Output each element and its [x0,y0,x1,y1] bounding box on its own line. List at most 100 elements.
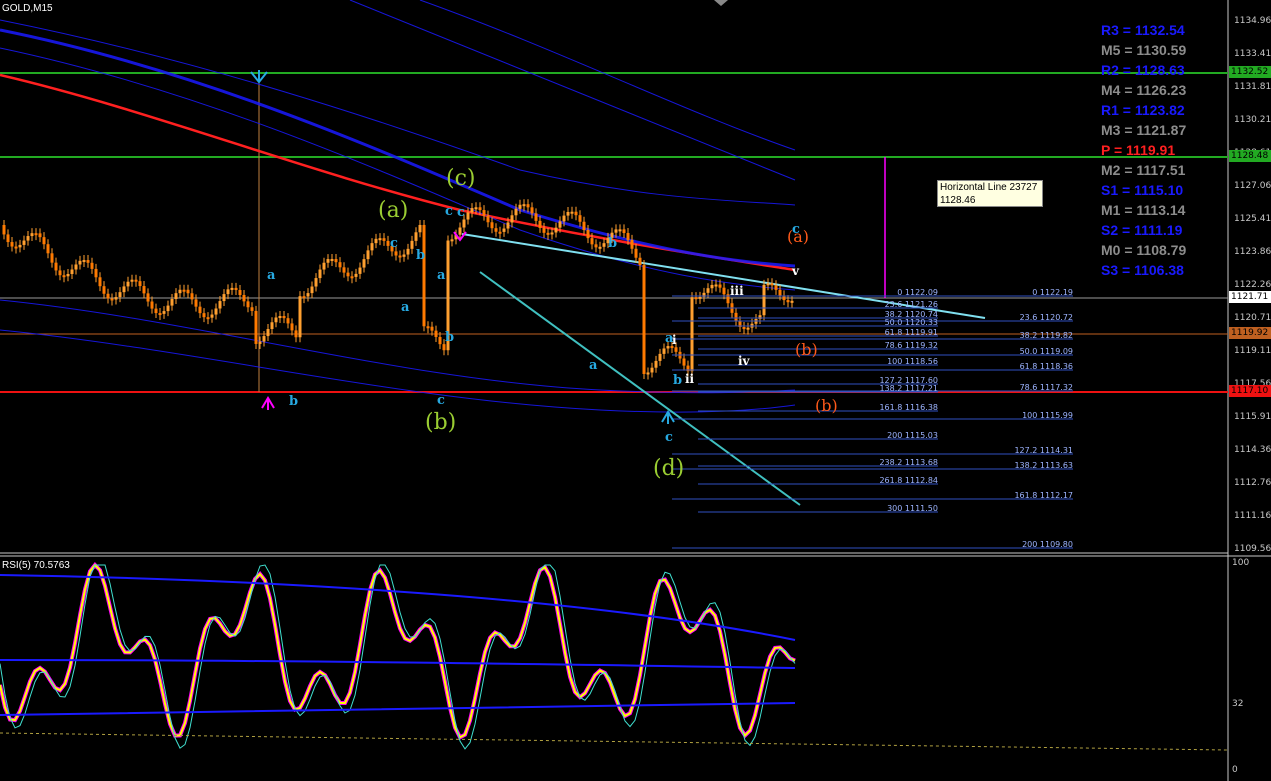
pivot-level-label: R1 = 1123.82 [1101,102,1185,118]
candle-body [266,329,270,337]
candle-body [374,238,378,244]
candle-body [470,208,474,213]
candle-body [498,231,502,234]
candle-body [642,265,646,374]
fib-level-label: 38.2 1119.82 [1019,331,1073,340]
candle-body [770,283,774,286]
candle-body [186,289,190,294]
candle-body [618,229,622,232]
blue-moving-average [0,19,796,206]
candle-body [170,298,174,306]
candle-body [258,341,262,344]
candle-body [542,227,546,233]
candle-body [162,311,166,314]
candle-body [666,346,670,349]
pivot-level-label: R3 = 1132.54 [1101,22,1185,38]
candle-body [70,269,74,275]
candle-body [350,276,354,279]
candle-body [506,222,510,229]
candle-body [742,326,746,330]
candle-body [306,293,310,297]
candle-body [402,254,406,257]
candle-body [570,211,574,214]
candle-body [74,264,78,270]
wave-label: a [437,268,446,283]
candle-body [518,204,522,209]
candle-body [462,219,466,228]
candle-body [422,224,426,327]
candle-body [638,257,642,266]
candle-body [582,221,586,231]
candle-body [426,326,430,329]
candle-body [62,275,66,278]
candle-body [526,204,530,208]
fib-level-label: 200 1115.03 [887,431,938,440]
rsi-axis-tick: 100 [1232,558,1250,568]
candle-body [154,308,158,314]
wave-label: b [608,236,618,251]
candle-body [310,286,314,294]
fib-level-label: 261.8 1112.84 [879,476,938,485]
candle-body [342,267,346,273]
candle-body [6,234,10,243]
candle-body [410,240,414,249]
candle-body [418,224,422,233]
wave-label: b [445,330,455,345]
candle-body [130,279,134,282]
candle-body [502,228,506,232]
candle-body [94,268,98,278]
candle-body [138,281,142,287]
price-chart[interactable] [0,0,1271,781]
candle-body [698,296,702,299]
fib-level-label: 0 1122.09 [897,288,938,297]
candle-body [650,367,654,373]
candle-body [114,297,118,300]
scroll-marker-icon [714,0,728,6]
candle-body [722,287,726,295]
pivot-level-label: M0 = 1108.79 [1101,242,1187,258]
candle-body [122,286,126,293]
candle-body [206,317,210,320]
candle-body [338,262,342,268]
candle-body [558,221,562,228]
fib-level-label: 100 1115.99 [1022,411,1073,420]
wave-label: (a) [378,198,409,223]
down-arrow-icon [250,70,268,84]
candle-body [366,250,370,260]
candle-body [478,207,482,211]
fib-level-label: 238.2 1113.68 [879,458,938,467]
candle-body [158,313,162,316]
candle-body [594,244,598,248]
wave-label: b [673,373,683,388]
candle-body [354,273,358,277]
candle-body [270,322,274,330]
candle-body [98,277,102,287]
candle-body [586,230,590,239]
candle-body [522,204,526,207]
candle-body [538,220,542,228]
candle-body [82,260,86,263]
fib-level-label: 23.6 1121.26 [884,300,938,309]
pivot-level-label: M4 = 1126.23 [1101,82,1187,98]
candle-body [482,210,486,216]
candle-body [786,300,790,303]
candle-body [58,270,62,276]
candle-body [578,215,582,222]
fib-level-label: 78.6 1119.32 [884,341,938,350]
candle-body [630,239,634,249]
candle-body [222,294,226,302]
candle-body [362,259,366,268]
candle-body [198,306,202,314]
candle-body [790,300,794,303]
candle-body [530,207,534,214]
price-axis-tick: 1134.96 [1234,16,1271,26]
fib-level-label: 78.6 1117.32 [1019,383,1073,392]
candle-body [190,293,194,300]
price-level-tag: 1132.52 [1229,66,1271,78]
candle-body [598,246,602,249]
candle-body [662,348,666,354]
trading-chart-window[interactable]: GOLD,M15 RSI(5) 70.5763 Horizontal Line … [0,0,1271,781]
fib-level-label: 127.2 1114.31 [1014,446,1073,455]
candle-body [494,228,498,232]
fib-level-label: 61.8 1119.91 [884,328,938,337]
